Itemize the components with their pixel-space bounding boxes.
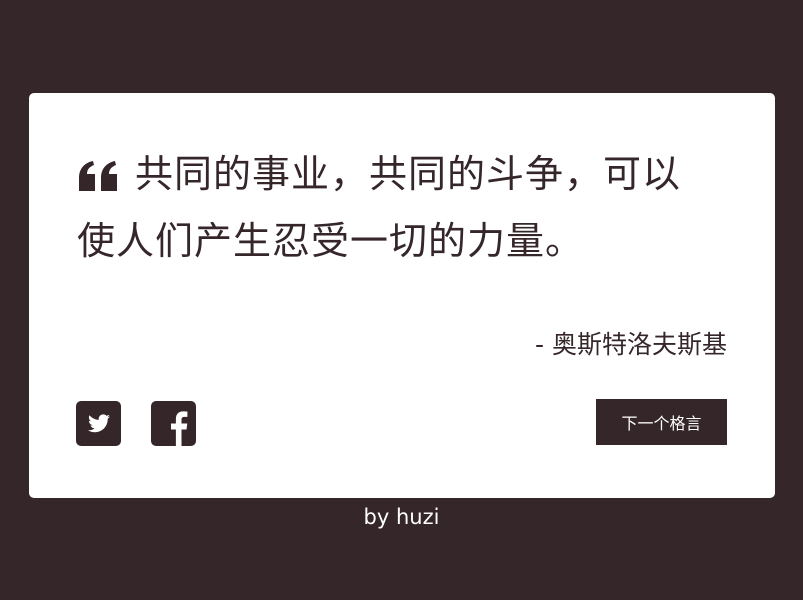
facebook-icon — [151, 401, 196, 446]
quote-card: 共同的事业，共同的斗争，可以使人们产生忍受一切的力量。 - 奥斯特洛夫斯基 下一… — [29, 93, 775, 498]
social-links — [76, 401, 196, 446]
quote-left-icon — [77, 148, 121, 210]
tweet-button[interactable] — [76, 401, 121, 446]
author-credit: by huzi — [363, 505, 440, 529]
twitter-icon — [76, 401, 121, 446]
quote-block: 共同的事业，共同的斗争，可以使人们产生忍受一切的力量。 — [77, 143, 717, 272]
quote-text: 共同的事业，共同的斗争，可以使人们产生忍受一切的力量。 — [77, 152, 682, 263]
next-quote-button[interactable]: 下一个格言 — [596, 399, 727, 445]
facebook-share-button[interactable] — [151, 401, 196, 446]
quote-author: - 奥斯特洛夫斯基 — [535, 330, 727, 359]
